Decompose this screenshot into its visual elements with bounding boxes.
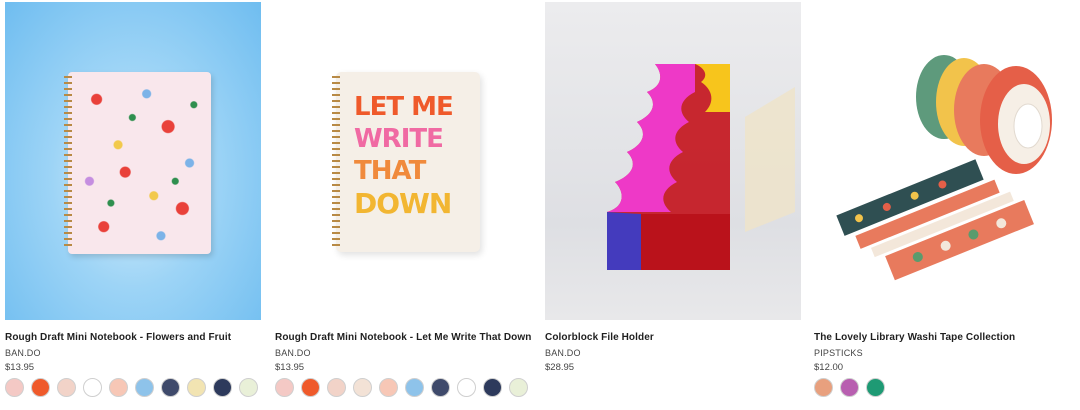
color-swatches bbox=[5, 376, 261, 400]
cover-text-line-4: DOWN bbox=[354, 187, 452, 220]
notebook-cover: LET ME WRITE THAT DOWN bbox=[332, 72, 480, 252]
colorblock-file-holder-image[interactable] bbox=[545, 2, 801, 320]
color-swatches bbox=[814, 376, 1070, 400]
color-swatch[interactable] bbox=[301, 378, 320, 397]
spiral-binding bbox=[64, 76, 72, 250]
product-card-2[interactable]: LET ME WRITE THAT DOWN Rough Draft Mini … bbox=[275, 0, 531, 410]
washi-tape-collection-image[interactable] bbox=[814, 2, 1070, 320]
color-swatch[interactable] bbox=[840, 378, 859, 397]
file-holder-illustration bbox=[607, 64, 795, 270]
color-swatch[interactable] bbox=[5, 378, 24, 397]
color-swatches bbox=[275, 376, 531, 400]
product-title[interactable]: Colorblock File Holder bbox=[545, 332, 654, 343]
color-swatch[interactable] bbox=[483, 378, 502, 397]
notebook-cover bbox=[64, 72, 211, 254]
washi-tape-illustration bbox=[836, 55, 1052, 281]
color-swatch[interactable] bbox=[814, 378, 833, 397]
color-swatch[interactable] bbox=[83, 378, 102, 397]
color-swatch[interactable] bbox=[509, 378, 528, 397]
color-swatch[interactable] bbox=[213, 378, 232, 397]
product-price: $13.95 bbox=[5, 362, 35, 373]
color-swatch[interactable] bbox=[431, 378, 450, 397]
product-grid: Rough Draft Mini Notebook - Flowers and … bbox=[0, 0, 1080, 410]
product-price: $28.95 bbox=[545, 362, 575, 373]
product-card-4[interactable]: The Lovely Library Washi Tape Collection… bbox=[814, 0, 1070, 410]
notebook-let-me-write-image[interactable]: LET ME WRITE THAT DOWN bbox=[275, 2, 531, 320]
product-title[interactable]: Rough Draft Mini Notebook - Let Me Write… bbox=[275, 332, 531, 343]
product-price: $13.95 bbox=[275, 362, 305, 373]
color-swatch[interactable] bbox=[275, 378, 294, 397]
color-swatch[interactable] bbox=[135, 378, 154, 397]
color-swatch[interactable] bbox=[866, 378, 885, 397]
notebook-flowers-fruit-image[interactable] bbox=[5, 2, 261, 320]
product-title[interactable]: Rough Draft Mini Notebook - Flowers and … bbox=[5, 332, 231, 343]
color-swatch[interactable] bbox=[327, 378, 346, 397]
product-price: $12.00 bbox=[814, 362, 844, 373]
spiral-binding bbox=[332, 76, 340, 248]
color-swatch[interactable] bbox=[31, 378, 50, 397]
color-swatch[interactable] bbox=[379, 378, 398, 397]
cover-text-line-1: LET ME bbox=[354, 92, 454, 122]
color-swatch[interactable] bbox=[57, 378, 76, 397]
cover-text-line-2: WRITE bbox=[354, 124, 444, 154]
color-swatch[interactable] bbox=[405, 378, 424, 397]
product-brand: BAN.DO bbox=[545, 348, 581, 358]
product-card-1[interactable]: Rough Draft Mini Notebook - Flowers and … bbox=[5, 0, 261, 410]
color-swatch[interactable] bbox=[187, 378, 206, 397]
color-swatch[interactable] bbox=[353, 378, 372, 397]
cover-text-line-3: THAT bbox=[354, 156, 426, 186]
product-brand: PIPSTICKS bbox=[814, 348, 863, 358]
product-brand: BAN.DO bbox=[5, 348, 41, 358]
color-swatch[interactable] bbox=[161, 378, 180, 397]
product-brand: BAN.DO bbox=[275, 348, 311, 358]
color-swatch[interactable] bbox=[239, 378, 258, 397]
product-card-3[interactable]: Colorblock File Holder BAN.DO $28.95 bbox=[545, 0, 801, 410]
product-title[interactable]: The Lovely Library Washi Tape Collection bbox=[814, 332, 1015, 343]
color-swatch[interactable] bbox=[457, 378, 476, 397]
color-swatch[interactable] bbox=[109, 378, 128, 397]
